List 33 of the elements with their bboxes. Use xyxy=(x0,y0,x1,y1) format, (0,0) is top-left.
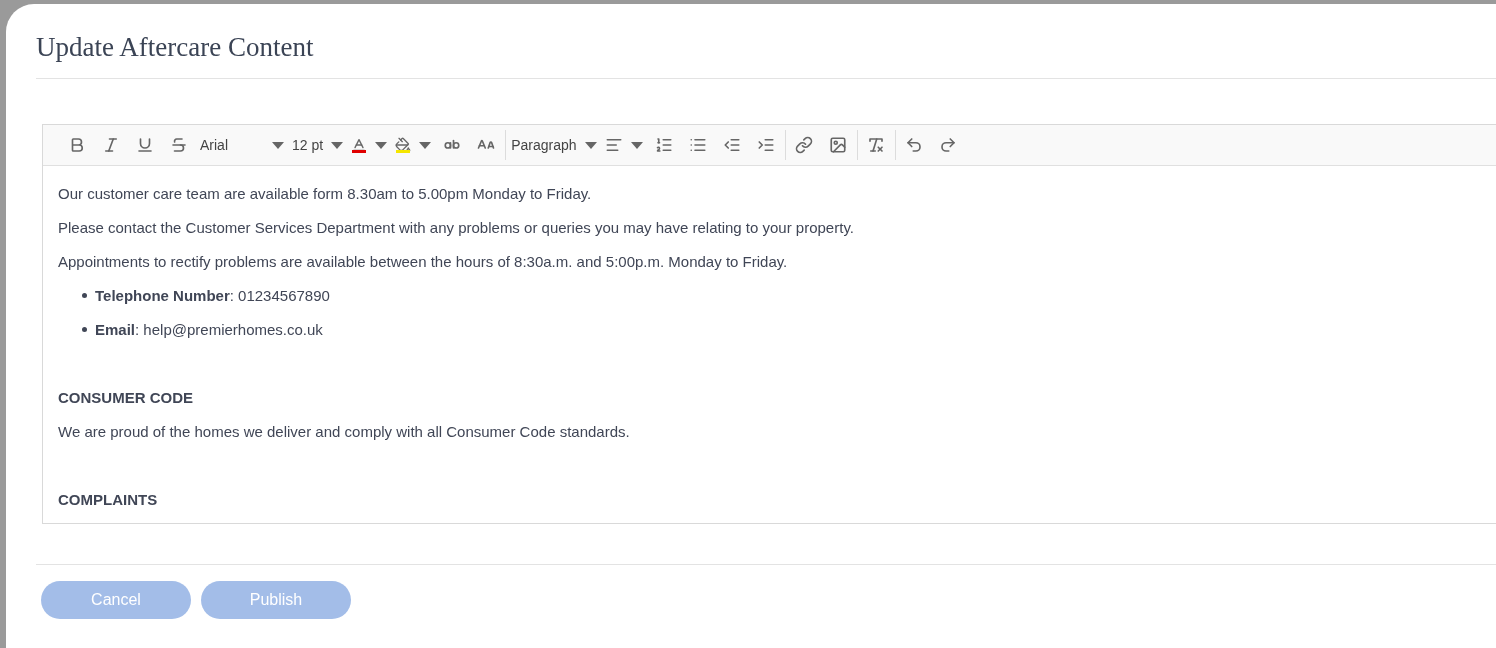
dropdown-button[interactable]: Arial xyxy=(196,130,288,160)
caret-icon xyxy=(630,141,643,149)
paragraph: Please contact the Customer Services Department with any problems or queries you may have relating to your property. xyxy=(58,218,855,238)
bullet-icon xyxy=(82,327,87,332)
bullet-list-icon xyxy=(688,136,707,154)
redo-icon xyxy=(938,136,957,154)
section-heading: CONSUMER CODE xyxy=(58,388,194,408)
paragraph: Our customer care team are available form 8.30am to 5.00pm Monday to Friday. xyxy=(58,184,593,204)
caret-icon xyxy=(272,141,284,149)
dropdown-button[interactable]: 12 pt xyxy=(288,130,348,160)
section-heading: COMPLAINTS xyxy=(58,490,159,510)
image-icon xyxy=(828,136,847,154)
undo-icon xyxy=(904,136,923,154)
underline-icon xyxy=(136,136,154,154)
outdent-icon xyxy=(722,136,741,154)
clear-format-icon xyxy=(866,136,885,154)
numbered-list-icon xyxy=(654,136,673,154)
dropdown-button[interactable]: Paragraph xyxy=(507,130,601,160)
list-item: Email: help@premierhomes.co.uk xyxy=(95,320,323,340)
dialog-title: Update Aftercare Content xyxy=(36,31,315,64)
bullet-icon xyxy=(82,293,87,298)
align-left-icon xyxy=(604,136,623,154)
indent-icon xyxy=(756,136,775,154)
caret-icon xyxy=(419,141,432,149)
link-icon xyxy=(794,136,813,154)
list-item: Telephone Number: 01234567890 xyxy=(95,286,330,306)
italic-icon xyxy=(102,136,120,154)
strikethrough-icon xyxy=(170,136,188,154)
caret-icon xyxy=(584,141,597,149)
caret-icon xyxy=(375,141,388,149)
caret-icon xyxy=(331,141,344,149)
paragraph: Appointments to rectify problems are available between the hours of 8:30a.m. and 5:00p.m. Monday to Friday. xyxy=(58,252,789,272)
paragraph: We are proud of the homes we deliver and comply with all Consumer Code standards. xyxy=(58,422,631,442)
